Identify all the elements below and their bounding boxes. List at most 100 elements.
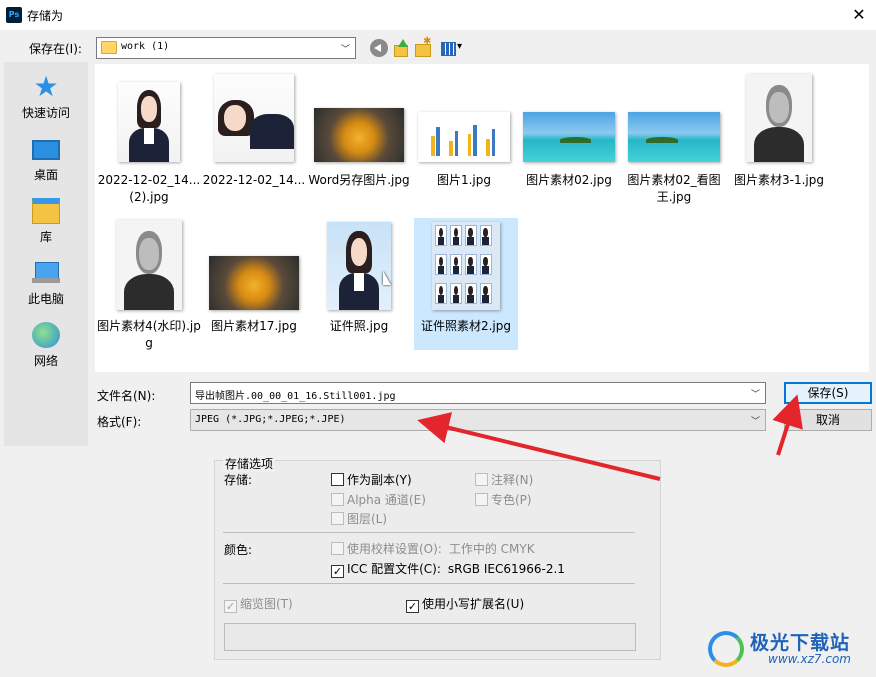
up-folder-icon[interactable]	[392, 39, 410, 57]
file-item-selected[interactable]: 证件照素材2.jpg	[414, 218, 518, 350]
checkbox-box	[331, 512, 344, 525]
place-label: 此电脑	[27, 292, 64, 306]
places-sidebar: ★ 快速访问 桌面 库 此电脑 网络	[4, 62, 88, 446]
mouse-cursor-icon	[383, 271, 391, 285]
save-options-group: 存储选项 存储: 作为副本(Y) 注释(N) Alpha 通道(E) 专色(P)…	[214, 455, 661, 660]
annotations-label: 注释(N)	[491, 473, 534, 487]
divider	[223, 583, 635, 584]
color-label: 颜色:	[224, 543, 253, 557]
filename-label: 文件名(N):	[97, 389, 156, 403]
place-this-pc[interactable]: 此电脑	[4, 252, 88, 312]
format-label: 格式(F):	[97, 415, 142, 429]
thumbnail-checkbox[interactable]: ✓ 缩览图(T)	[224, 597, 293, 613]
file-name: 证件照素材2.jpg	[420, 319, 512, 333]
file-list[interactable]: 2022-12-02_14...(2).jpg 2022-12-02_14...…	[95, 64, 869, 372]
place-label: 网络	[33, 354, 58, 368]
alpha-label: Alpha 通道(E)	[347, 493, 426, 507]
icc-label: ICC 配置文件(C):	[347, 562, 441, 576]
file-thumbnail	[418, 112, 510, 162]
save-in-value: work (1)	[121, 41, 170, 52]
pc-icon	[32, 260, 60, 286]
save-in-dropdown[interactable]: work (1) ﹀	[96, 37, 356, 59]
checkbox-checked: ✓	[406, 600, 419, 613]
file-name: 图片素材02_看图王.jpg	[627, 173, 721, 204]
close-icon[interactable]: ✕	[848, 4, 870, 26]
desktop-icon	[32, 140, 60, 160]
view-menu-icon[interactable]	[440, 39, 466, 57]
spot-label: 专色(P)	[491, 493, 532, 507]
file-thumbnail	[209, 256, 299, 310]
warning-area	[224, 623, 636, 651]
place-label: 桌面	[33, 168, 58, 182]
file-item[interactable]: 图片素材17.jpg	[202, 218, 306, 350]
file-thumbnail	[628, 112, 720, 162]
file-name: 图片素材3-1.jpg	[734, 173, 824, 187]
watermark-url: www.xz7.com	[768, 652, 851, 666]
chevron-down-icon: ﹀	[750, 417, 760, 427]
place-label: 库	[39, 230, 52, 244]
annotations-checkbox[interactable]: 注释(N)	[475, 473, 533, 488]
file-item[interactable]: 图片素材02.jpg	[517, 72, 621, 204]
layers-checkbox[interactable]: 图层(L)	[331, 512, 387, 527]
lowercase-extension-checkbox[interactable]: ✓ 使用小写扩展名(U)	[406, 597, 524, 613]
spot-colors-checkbox[interactable]: 专色(P)	[475, 493, 532, 508]
checkbox-box	[331, 493, 344, 506]
divider	[223, 532, 635, 533]
place-network[interactable]: 网络	[4, 314, 88, 374]
file-item[interactable]: Word另存图片.jpg	[307, 72, 411, 204]
file-thumbnail	[746, 74, 812, 162]
place-label: 快速访问	[21, 106, 70, 120]
file-item[interactable]: 图片素材02_看图王.jpg	[622, 72, 726, 204]
file-thumbnail	[314, 108, 404, 162]
chevron-down-icon: ﹀	[340, 45, 350, 55]
library-icon	[32, 198, 60, 224]
proof-label: 使用校样设置(O):	[347, 542, 442, 556]
proof-setup-checkbox[interactable]: 使用校样设置(O): 工作中的 CMYK	[331, 542, 535, 557]
as-copy-checkbox[interactable]: 作为副本(Y)	[331, 473, 412, 488]
folder-icon	[101, 41, 117, 54]
file-item[interactable]: 图片1.jpg	[412, 72, 516, 204]
back-icon[interactable]	[370, 39, 388, 57]
file-thumbnail	[327, 222, 391, 310]
checkbox-box	[331, 542, 344, 555]
file-item[interactable]: 2022-12-02_14...(2).jpg	[97, 72, 201, 204]
file-name: 2022-12-02_14...	[202, 173, 306, 187]
file-name: 图片素材4(水印).jpg	[97, 319, 201, 350]
checkbox-box	[331, 473, 344, 486]
checkbox-box	[475, 493, 488, 506]
new-folder-icon[interactable]	[414, 36, 432, 57]
file-name: 图片1.jpg	[436, 173, 492, 187]
file-thumbnail	[523, 112, 615, 162]
format-value: JPEG (*.JPG;*.JPEG;*.JPE)	[195, 414, 346, 425]
file-item[interactable]: 2022-12-02_14...	[202, 72, 306, 204]
save-button[interactable]: 保存(S)	[784, 382, 872, 404]
icc-profile-checkbox[interactable]: ✓ ICC 配置文件(C): sRGB IEC61966-2.1	[331, 562, 565, 578]
cancel-button[interactable]: 取消	[784, 409, 872, 431]
filename-value: 导出帧图片.00_00_01_16.Still001.jpg	[195, 391, 396, 402]
watermark-logo-icon	[708, 631, 744, 667]
as-copy-label: 作为副本(Y)	[347, 473, 412, 487]
filename-field[interactable]: 导出帧图片.00_00_01_16.Still001.jpg ﹀	[190, 382, 766, 404]
watermark-text: 极光下载站	[750, 632, 851, 654]
file-name: Word另存图片.jpg	[308, 173, 410, 187]
place-quick-access[interactable]: ★ 快速访问	[4, 66, 88, 126]
file-item[interactable]: 图片素材4(水印).jpg	[97, 218, 201, 350]
file-thumbnail	[214, 74, 294, 162]
file-name: 图片素材17.jpg	[211, 319, 297, 333]
checkbox-checked: ✓	[224, 600, 237, 613]
format-dropdown[interactable]: JPEG (*.JPG;*.JPEG;*.JPE) ﹀	[190, 409, 766, 431]
lowercase-label: 使用小写扩展名(U)	[422, 597, 525, 611]
alpha-channels-checkbox[interactable]: Alpha 通道(E)	[331, 493, 426, 508]
file-thumbnail	[432, 222, 500, 310]
save-options-title: 存储选项	[223, 455, 276, 472]
file-item[interactable]: 证件照.jpg	[307, 218, 411, 350]
file-name: 2022-12-02_14...(2).jpg	[97, 173, 201, 204]
place-library[interactable]: 库	[4, 190, 88, 250]
file-item[interactable]: 图片素材3-1.jpg	[727, 72, 831, 204]
save-in-label: 保存在(I):	[29, 42, 82, 56]
photoshop-app-icon: Ps	[6, 7, 22, 23]
storage-label: 存储:	[224, 473, 253, 487]
checkbox-box	[475, 473, 488, 486]
file-thumbnail	[118, 82, 180, 162]
place-desktop[interactable]: 桌面	[4, 128, 88, 188]
